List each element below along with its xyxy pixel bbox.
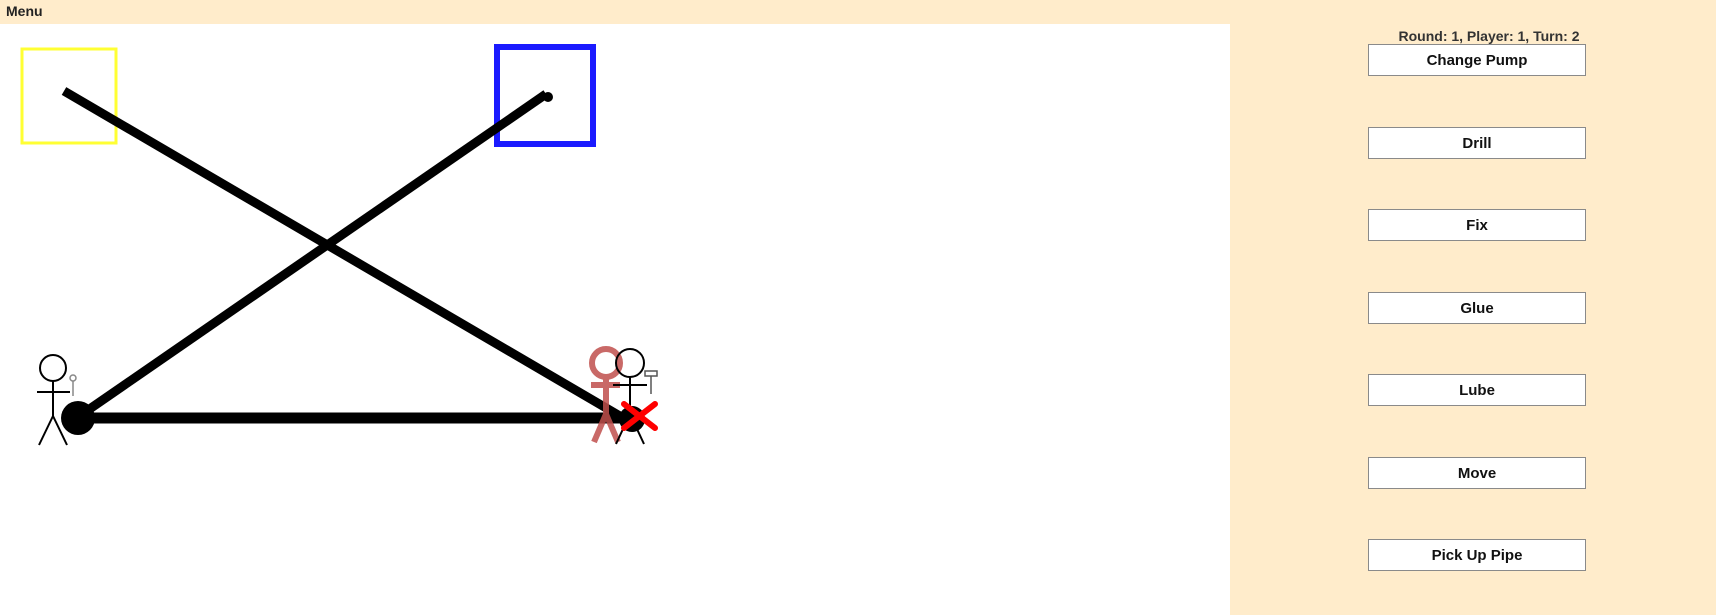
board-canvas[interactable] xyxy=(0,24,1230,615)
player-left-stickman-icon[interactable] xyxy=(37,354,70,446)
left-pump-node[interactable] xyxy=(61,401,95,435)
glue-button[interactable]: Glue xyxy=(1368,292,1586,324)
menu-button[interactable]: Menu xyxy=(6,3,43,19)
change-pump-button[interactable]: Change Pump xyxy=(1368,44,1586,76)
lube-button[interactable]: Lube xyxy=(1368,374,1586,406)
hammer-tool-icon xyxy=(644,370,658,394)
round-status: Round: 1, Player: 1, Turn: 2 xyxy=(1398,28,1580,44)
move-button[interactable]: Move xyxy=(1368,457,1586,489)
game-board[interactable] xyxy=(0,24,1230,615)
drill-button[interactable]: Drill xyxy=(1368,127,1586,159)
fix-button[interactable]: Fix xyxy=(1368,209,1586,241)
blue-source-node[interactable] xyxy=(543,92,553,102)
wrench-tool-icon xyxy=(69,374,77,396)
pick-up-pipe-button[interactable]: Pick Up Pipe xyxy=(1368,539,1586,571)
action-sidebar: Round: 1, Player: 1, Turn: 2 Change Pump… xyxy=(1230,24,1716,615)
menu-bar: Menu xyxy=(0,0,1716,24)
